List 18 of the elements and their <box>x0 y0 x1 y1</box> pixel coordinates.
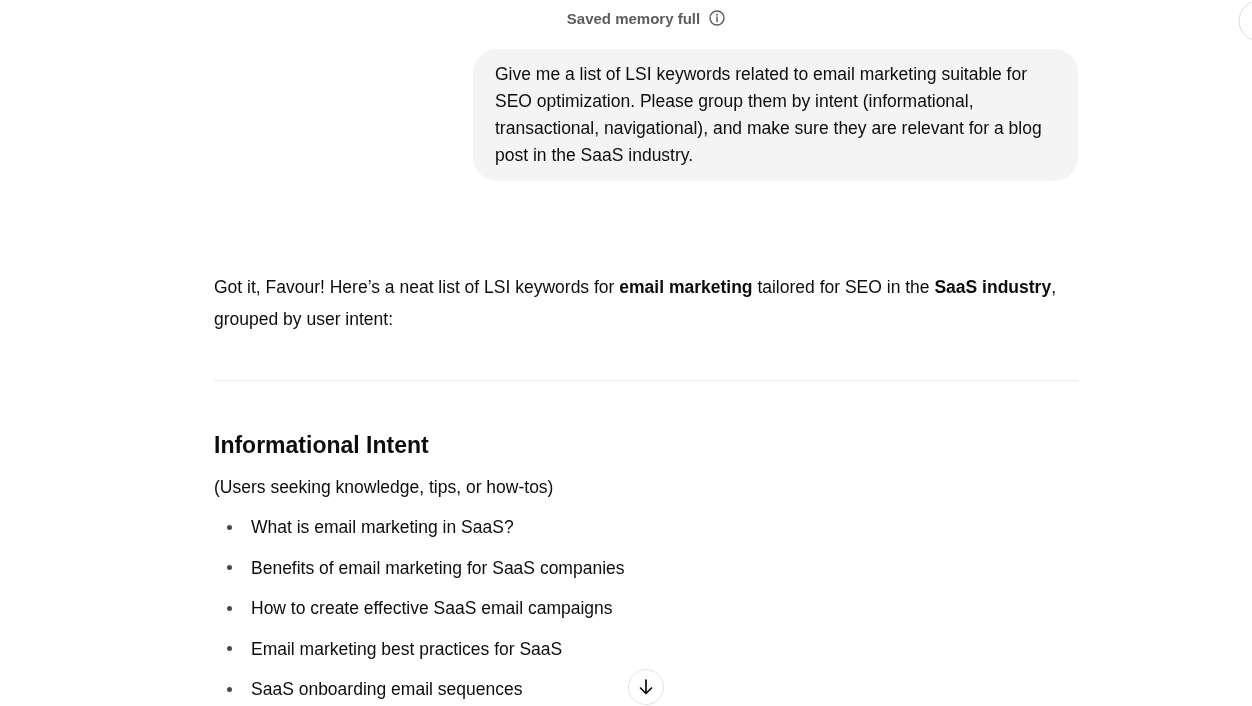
scroll-down-button[interactable] <box>628 669 664 705</box>
list-item: Benefits of email marketing for SaaS companies <box>251 556 625 580</box>
bullet-icon <box>227 686 232 692</box>
list-item: What is email marketing in SaaS? <box>251 516 514 539</box>
memory-status: Saved memory full <box>566 9 701 27</box>
arrow-down-icon <box>639 679 653 695</box>
bullet-icon <box>227 605 232 611</box>
user-message: Give me a list of LSI keywords related to email marketing suitable for SEO optimization. Please group them by intent (informational, transactional, navigational), and make sure they are relevant for a blog post in the SaaS industry. <box>473 49 1078 181</box>
list-item: SaaS onboarding email sequences <box>251 678 523 701</box>
section-description: (Users seeking knowledge, tips, or how-tos) <box>214 476 555 499</box>
list-item: How to create effective SaaS email campaigns <box>251 597 613 620</box>
bullet-icon <box>227 524 232 530</box>
section-heading: Informational Intent <box>214 431 430 460</box>
list-item: Email marketing best practices for SaaS <box>251 637 563 661</box>
bullet-icon <box>227 565 232 570</box>
assistant-message: Got it, Favour! Here’s a neat list of LSI keywords for email marketing tailored for SEO in the SaaS industry, grouped by user intent: <box>214 276 1057 331</box>
info-icon[interactable] <box>709 10 726 26</box>
bullet-icon <box>227 646 232 651</box>
